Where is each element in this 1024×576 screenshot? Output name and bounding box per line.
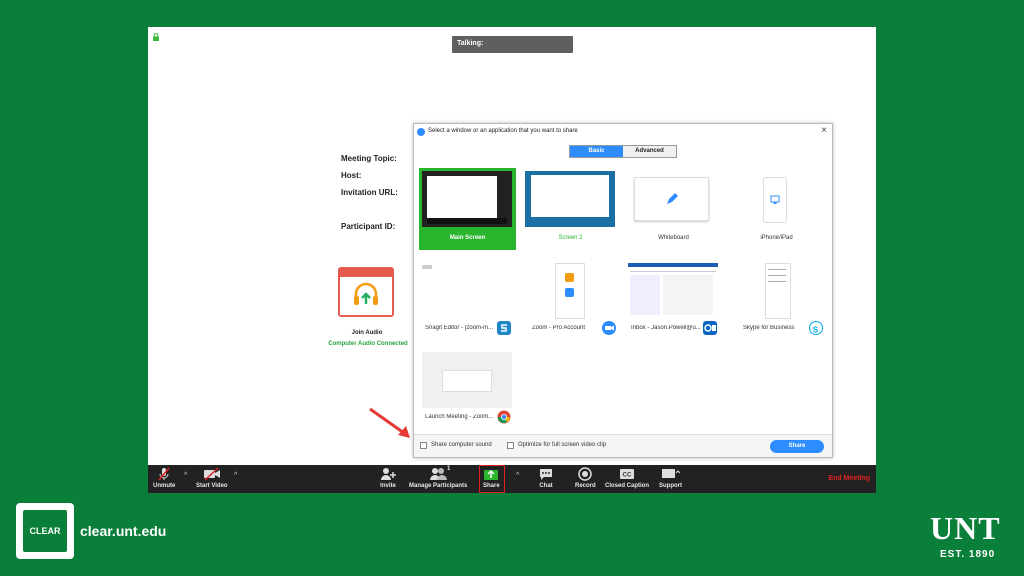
share-options-caret-icon[interactable]: ^ bbox=[516, 472, 519, 479]
meeting-topic-label: Meeting Topic: bbox=[341, 154, 397, 163]
video-off-icon bbox=[203, 467, 220, 481]
support-monitor-icon bbox=[661, 469, 680, 478]
headphones-icon bbox=[354, 282, 378, 305]
chat-label: Chat bbox=[539, 483, 553, 489]
tile-label: Inbox - Jason.Powell@u... bbox=[631, 325, 701, 331]
share-tile-screen-2[interactable]: Screen 2 bbox=[522, 168, 619, 250]
tile-label: Snagit Editor - [zoom-m... bbox=[425, 325, 494, 331]
unt-logo: UNT bbox=[930, 510, 1001, 546]
manage-participants-button[interactable]: Manage Participants 1 bbox=[409, 466, 468, 489]
whiteboard-thumbnail bbox=[634, 177, 709, 221]
share-sound-label: Share computer sound bbox=[431, 442, 492, 448]
dialog-share-button[interactable]: Share bbox=[770, 440, 824, 453]
invite-label: Invite bbox=[380, 483, 396, 489]
audio-status: Computer Audio Connected bbox=[328, 341, 408, 347]
join-audio-label: Join Audio bbox=[351, 330, 383, 336]
unmute-button[interactable]: Unmute bbox=[153, 467, 175, 489]
tile-label: Skype for Business bbox=[743, 325, 795, 331]
share-tile-outlook[interactable]: Inbox - Jason.Powell@u... bbox=[625, 260, 722, 342]
share-label: Share bbox=[483, 483, 500, 489]
share-dialog: Select a window or an application that y… bbox=[413, 123, 833, 458]
share-tile-launch-meeting[interactable]: Launch Meeting - Zoom... bbox=[419, 349, 516, 431]
tab-advanced[interactable]: Advanced bbox=[623, 146, 676, 157]
share-mode-tabs: Basic Advanced bbox=[569, 145, 677, 158]
share-tile-main-screen[interactable]: Main Screen bbox=[419, 168, 516, 250]
record-label: Record bbox=[575, 483, 596, 489]
svg-text:S: S bbox=[813, 326, 819, 335]
share-tile-snagit[interactable]: Snagit Editor - [zoom-m... bbox=[419, 260, 516, 342]
record-button[interactable]: Record bbox=[575, 467, 596, 489]
tile-label: Zoom - Pro Account bbox=[532, 325, 586, 331]
video-options-caret-icon[interactable]: ^ bbox=[234, 472, 237, 479]
closed-caption-button[interactable]: CC Closed Caption bbox=[605, 467, 649, 489]
iphone-thumbnail bbox=[763, 177, 787, 223]
snagit-thumbnail bbox=[422, 263, 512, 319]
tab-basic[interactable]: Basic bbox=[570, 146, 623, 157]
closed-caption-icon: CC bbox=[620, 469, 634, 479]
share-screen-icon bbox=[484, 469, 499, 480]
closed-caption-label: Closed Caption bbox=[605, 483, 650, 489]
zoom-thumbnail bbox=[555, 263, 585, 319]
participant-id-label: Participant ID: bbox=[341, 222, 396, 231]
start-video-label: Start Video bbox=[196, 483, 228, 489]
tile-label: Main Screen bbox=[449, 235, 486, 241]
share-tile-zoom[interactable]: Zoom - Pro Account bbox=[522, 260, 619, 342]
red-arrow-annotation-icon bbox=[369, 407, 410, 438]
skype-thumbnail bbox=[765, 263, 791, 319]
pen-icon bbox=[667, 193, 678, 204]
chrome-app-icon bbox=[497, 410, 511, 424]
share-sound-checkbox[interactable] bbox=[420, 442, 427, 449]
participants-icon bbox=[430, 468, 448, 480]
optimize-video-checkbox[interactable] bbox=[507, 442, 514, 449]
join-audio-button[interactable] bbox=[338, 267, 394, 317]
snagit-app-icon bbox=[497, 321, 511, 335]
support-label: Support bbox=[659, 483, 682, 489]
support-button[interactable]: Support bbox=[659, 467, 682, 489]
dialog-title: Select a window or an application that y… bbox=[428, 128, 578, 134]
start-video-button[interactable]: Start Video bbox=[196, 467, 228, 489]
tile-label: Screen 2 bbox=[558, 235, 583, 241]
chrome-thumbnail bbox=[422, 352, 512, 408]
clear-url: clear.unt.edu bbox=[80, 523, 167, 539]
lock-icon bbox=[153, 33, 159, 41]
share-tile-skype[interactable]: Skype for Business S bbox=[728, 260, 825, 342]
invite-user-icon bbox=[381, 468, 396, 480]
clear-logo: CLEAR bbox=[16, 503, 74, 559]
cc-glyph: CC bbox=[623, 473, 632, 479]
outlook-thumbnail bbox=[628, 263, 718, 319]
outlook-app-icon bbox=[703, 321, 717, 335]
meeting-toolbar: Unmute ^ Start Video ^ Invite Manage Par… bbox=[148, 465, 876, 493]
tile-label: iPhone/iPad bbox=[760, 235, 793, 241]
chat-button[interactable]: Chat bbox=[538, 467, 554, 489]
airplay-icon bbox=[770, 195, 780, 204]
share-tile-iphone-ipad[interactable]: iPhone/iPad bbox=[728, 168, 825, 250]
tile-label: Launch Meeting - Zoom... bbox=[425, 414, 494, 420]
clear-logo-text: CLEAR bbox=[23, 510, 67, 552]
talking-indicator: Talking: bbox=[452, 36, 573, 53]
skype-app-icon: S bbox=[809, 321, 823, 335]
zoom-app-icon bbox=[602, 321, 616, 335]
optimize-video-label: Optimize for full screen video clip bbox=[518, 442, 607, 448]
share-tile-whiteboard[interactable]: Whiteboard bbox=[625, 168, 722, 250]
invitation-url-label: Invitation URL: bbox=[341, 188, 398, 197]
dialog-footer: Share computer sound Optimize for full s… bbox=[414, 434, 832, 457]
chat-bubble-icon bbox=[540, 469, 552, 480]
tile-label: Whiteboard bbox=[658, 235, 689, 241]
unt-established: EST. 1890 bbox=[940, 549, 996, 560]
participant-count-badge: 1 bbox=[447, 466, 451, 472]
manage-participants-label: Manage Participants bbox=[409, 483, 468, 489]
share-button[interactable]: Share bbox=[483, 467, 500, 489]
audio-options-caret-icon[interactable]: ^ bbox=[184, 472, 187, 479]
muted-microphone-icon bbox=[158, 467, 170, 481]
screen-2-thumbnail bbox=[525, 171, 615, 227]
close-icon[interactable]: × bbox=[821, 125, 827, 136]
record-icon bbox=[578, 467, 593, 481]
invite-button[interactable]: Invite bbox=[380, 467, 396, 489]
zoom-logo-icon bbox=[417, 128, 425, 136]
unmute-label: Unmute bbox=[153, 483, 176, 489]
host-label: Host: bbox=[341, 171, 362, 180]
main-screen-thumbnail bbox=[422, 171, 512, 227]
end-meeting-button[interactable]: End Meeting bbox=[828, 475, 870, 482]
